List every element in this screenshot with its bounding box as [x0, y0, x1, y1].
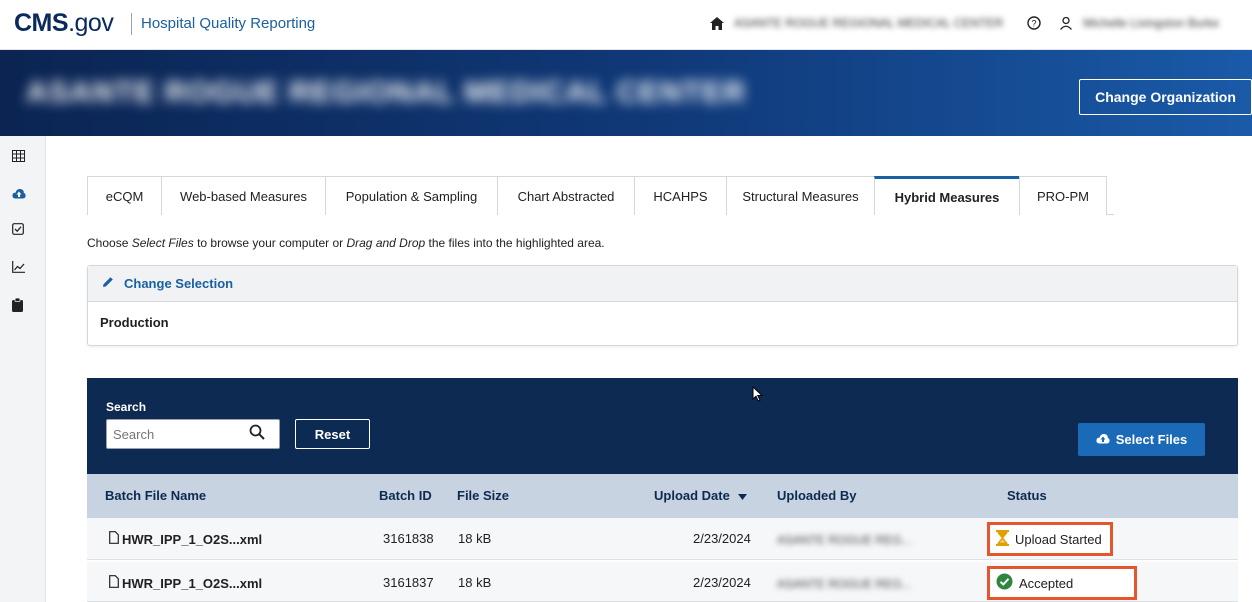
tab-chart-abstracted[interactable]: Chart Abstracted: [497, 176, 635, 215]
top-header: CMS.gov Hospital Quality Reporting ASANT…: [0, 0, 1252, 50]
rail-item-upload[interactable]: [0, 176, 46, 214]
left-nav-rail: [0, 136, 46, 602]
app-name: Hospital Quality Reporting: [141, 15, 316, 32]
rail-item-reports[interactable]: [0, 250, 46, 288]
rail-item-clipboard[interactable]: [0, 288, 46, 326]
batch-id-cell: 3161838: [383, 531, 434, 546]
help-icon[interactable]: ?: [1025, 14, 1043, 32]
file-icon: [109, 575, 119, 591]
cms-logo[interactable]: CMS.gov: [14, 9, 114, 38]
search-icon[interactable]: [249, 424, 265, 445]
org-name-blurred[interactable]: ASANTE ROGUE REGIONAL MEDICAL CENTER: [734, 16, 1003, 30]
status-badge: Accepted: [987, 566, 1137, 600]
top-utility-bar: ASANTE ROGUE REGIONAL MEDICAL CENTER ? M…: [708, 12, 1219, 34]
tab-hybrid-measures[interactable]: Hybrid Measures: [874, 176, 1020, 215]
table-row[interactable]: HWR_IPP_1_O2S...xml 3161838 18 kB 2/23/2…: [87, 518, 1238, 560]
pencil-icon: [102, 276, 114, 291]
col-upload-date[interactable]: Upload Date: [654, 488, 747, 503]
search-label: Search: [106, 400, 147, 414]
hourglass-icon: [996, 529, 1009, 549]
table-row[interactable]: HWR_IPP_1_O2S...xml 3161837 18 kB 2/23/2…: [87, 562, 1238, 602]
rail-item-tasks[interactable]: [0, 212, 46, 250]
reset-button[interactable]: Reset: [295, 419, 370, 449]
status-badge: Upload Started: [987, 522, 1113, 556]
tab-pro-pm[interactable]: PRO-PM: [1019, 176, 1107, 215]
logo-divider: [131, 13, 132, 35]
grid-icon: [12, 149, 25, 167]
check-circle-icon: [996, 573, 1013, 593]
col-uploaded-by[interactable]: Uploaded By: [777, 488, 856, 503]
organization-title: ASANTE ROGUE REGIONAL MEDICAL CENTER: [26, 76, 746, 109]
organization-banner: ASANTE ROGUE REGIONAL MEDICAL CENTER: [0, 50, 1252, 136]
home-icon[interactable]: [708, 14, 726, 32]
tab-web-based-measures[interactable]: Web-based Measures: [161, 176, 326, 215]
cloud-upload-icon: [1096, 432, 1110, 447]
upload-date-cell: 2/23/2024: [693, 531, 751, 546]
change-organization-button[interactable]: Change Organization: [1079, 79, 1252, 115]
user-name-blurred[interactable]: Michelle Livingston Burke: [1083, 16, 1219, 30]
file-name-cell[interactable]: HWR_IPP_1_O2S...xml: [109, 531, 262, 547]
table-header: Batch File Name Batch ID File Size Uploa…: [87, 474, 1238, 518]
col-status[interactable]: Status: [1007, 488, 1047, 503]
col-batch-id[interactable]: Batch ID: [379, 488, 432, 503]
tab-ecqm[interactable]: eCQM: [87, 176, 162, 215]
selection-card: Change Selection Production: [87, 265, 1238, 346]
measure-tabs: eCQM Web-based Measures Population & Sam…: [87, 176, 1114, 215]
clipboard-icon: [12, 297, 23, 317]
cloud-upload-icon: [12, 186, 26, 204]
select-files-button[interactable]: Select Files: [1078, 423, 1205, 456]
upload-instructions: Choose Select Files to browse your compu…: [87, 236, 605, 250]
file-size-cell: 18 kB: [458, 575, 492, 590]
file-icon: [109, 531, 119, 547]
batch-id-cell: 3161837: [383, 575, 434, 590]
search-input[interactable]: [113, 426, 249, 442]
tab-structural-measures[interactable]: Structural Measures: [726, 176, 875, 215]
selection-value: Production: [100, 315, 169, 330]
line-chart-icon: [12, 260, 25, 278]
col-file-size[interactable]: File Size: [457, 488, 509, 503]
file-name-cell[interactable]: HWR_IPP_1_O2S...xml: [109, 575, 262, 591]
uploaded-by-cell: ASANTE ROGUE REG...: [777, 577, 912, 591]
col-batch-file-name[interactable]: Batch File Name: [105, 488, 206, 503]
tab-hcahps[interactable]: HCAHPS: [634, 176, 727, 215]
checkbox-icon: [12, 222, 24, 240]
rail-item-dashboard[interactable]: [0, 139, 46, 177]
search-box[interactable]: [106, 419, 280, 449]
search-panel: Search Reset Select Files: [87, 378, 1238, 474]
uploaded-by-cell: ASANTE ROGUE REG...: [777, 533, 912, 547]
tab-population-sampling[interactable]: Population & Sampling: [325, 176, 498, 215]
file-size-cell: 18 kB: [458, 531, 492, 546]
svg-text:?: ?: [1032, 19, 1037, 29]
upload-date-cell: 2/23/2024: [693, 575, 751, 590]
mouse-cursor-icon: [752, 385, 764, 407]
change-selection-link[interactable]: Change Selection: [88, 266, 1237, 302]
sort-down-icon: [737, 488, 747, 503]
user-icon[interactable]: [1057, 14, 1075, 32]
